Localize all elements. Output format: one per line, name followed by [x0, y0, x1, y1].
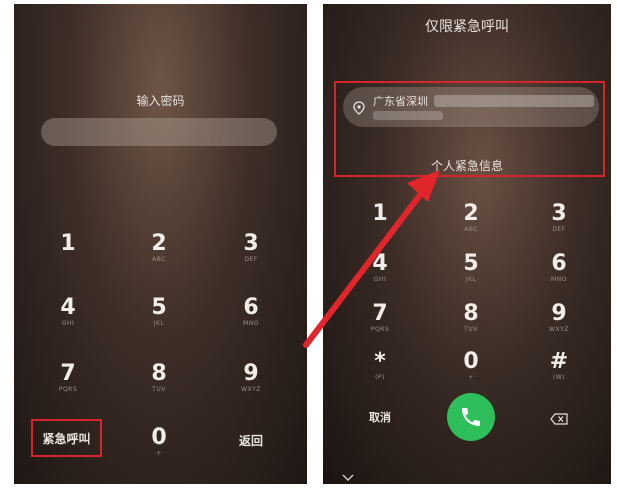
emergency-call-button[interactable]: 紧急呼叫	[31, 430, 102, 447]
key-6[interactable]: 6 MNO	[529, 252, 589, 284]
backspace-icon[interactable]	[550, 410, 568, 429]
key-7[interactable]: 7 PQRS	[350, 302, 410, 334]
emergency-dialer-screen: 仅限紧急呼叫 广东省深圳 个人紧急信息 1 2 ABC 3 DEF 4 GHI 5 JK…	[323, 4, 611, 484]
key-3[interactable]: 3 DEF	[221, 232, 281, 264]
key-7[interactable]: 7 PQRS	[38, 362, 98, 394]
key-1[interactable]: 1	[350, 202, 410, 226]
key-hash[interactable]: # (W)	[529, 350, 589, 382]
key-3[interactable]: 3 DEF	[529, 202, 589, 234]
key-4[interactable]: 4 GHI	[38, 296, 98, 328]
key-2[interactable]: 2 ABC	[129, 232, 189, 264]
personal-emergency-info-button[interactable]: 个人紧急信息	[323, 157, 611, 174]
phone-icon	[459, 405, 483, 433]
password-input[interactable]	[41, 118, 277, 146]
key-8[interactable]: 8 TUV	[129, 362, 189, 394]
key-0[interactable]: 0 +	[129, 426, 189, 458]
key-0[interactable]: 0 +	[441, 350, 501, 382]
key-1[interactable]: 1	[38, 232, 98, 256]
key-9[interactable]: 9 WXYZ	[221, 362, 281, 394]
password-title: 输入密码	[136, 94, 185, 108]
key-6[interactable]: 6 MNO	[221, 296, 281, 328]
password-screen: 输入密码 1 2 ABC 3 DEF 4 GHI 5 JKL 6 MNO 7 PQRS 8T…	[14, 4, 307, 484]
key-5[interactable]: 5 JKL	[441, 252, 501, 284]
chevron-down-icon[interactable]	[342, 467, 354, 484]
key-8[interactable]: 8 TUV	[441, 302, 501, 334]
key-4[interactable]: 4 GHI	[350, 252, 410, 284]
key-5[interactable]: 5 JKL	[129, 296, 189, 328]
back-button[interactable]: 返回	[221, 432, 281, 449]
key-star[interactable]: * (P)	[350, 350, 410, 382]
call-button[interactable]	[447, 393, 495, 441]
key-9[interactable]: 9 WXYZ	[529, 302, 589, 334]
emergency-title: 仅限紧急呼叫	[425, 19, 509, 35]
key-2[interactable]: 2 ABC	[441, 202, 501, 234]
cancel-button[interactable]: 取消	[350, 409, 410, 425]
